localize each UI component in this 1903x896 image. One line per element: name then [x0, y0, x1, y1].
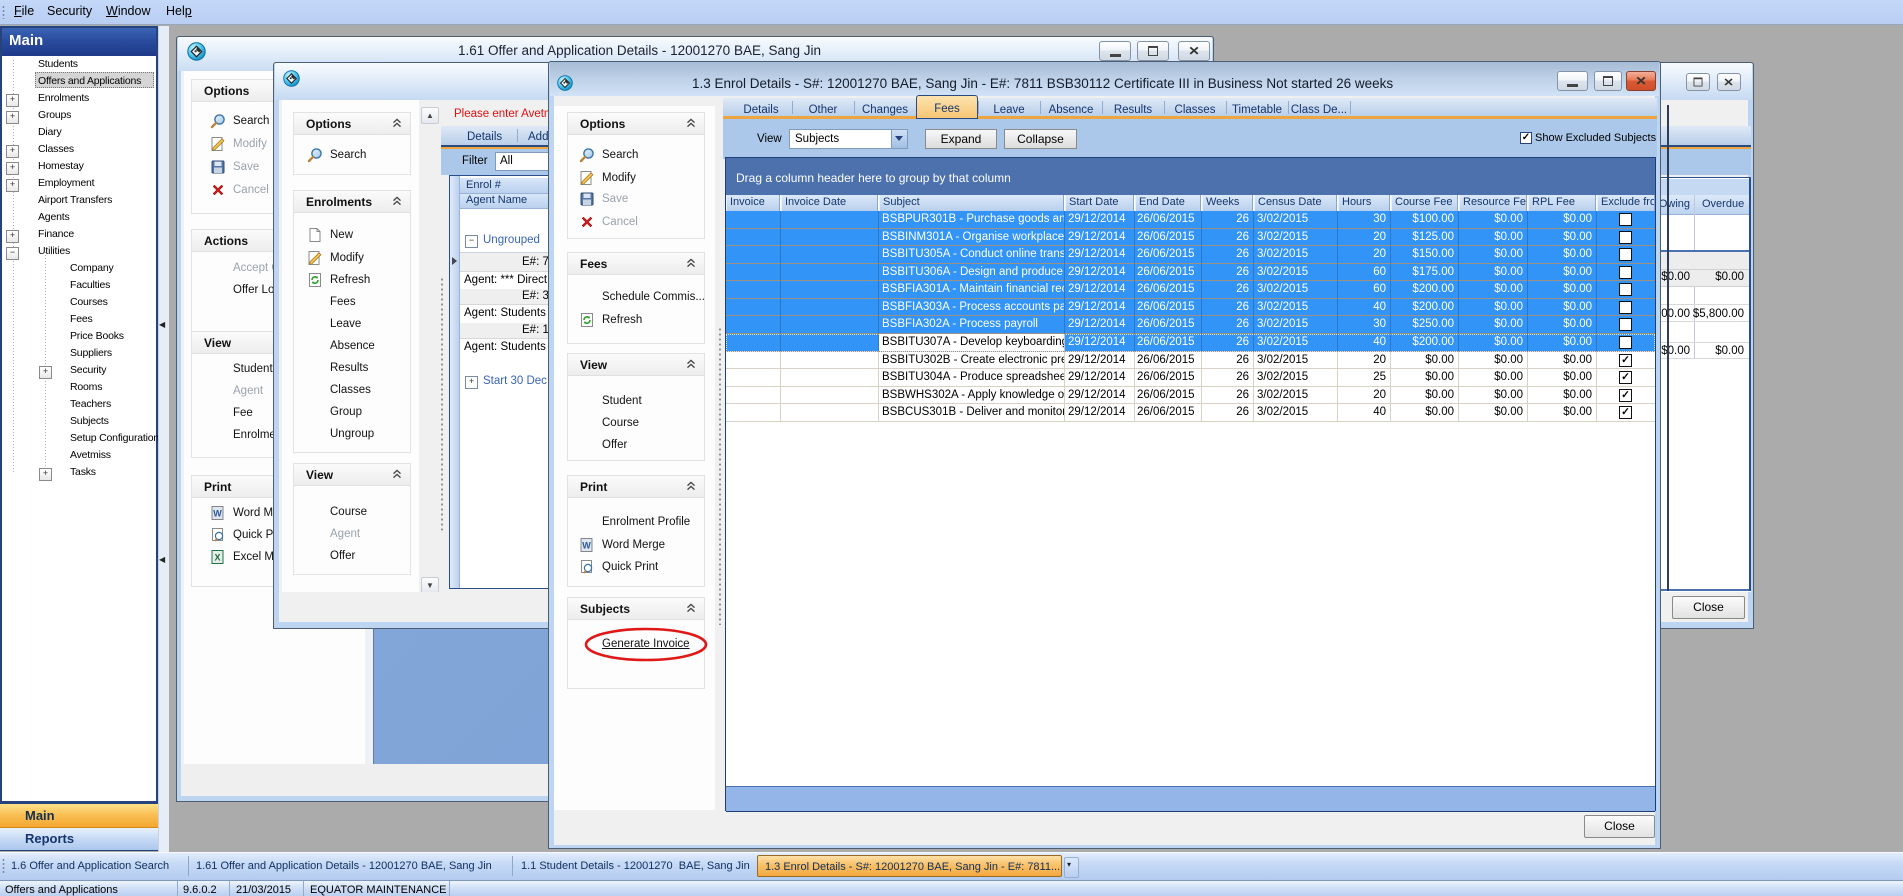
svg-text:X: X — [214, 553, 220, 563]
svg-text:W: W — [582, 541, 591, 551]
svg-text:W: W — [213, 509, 222, 519]
